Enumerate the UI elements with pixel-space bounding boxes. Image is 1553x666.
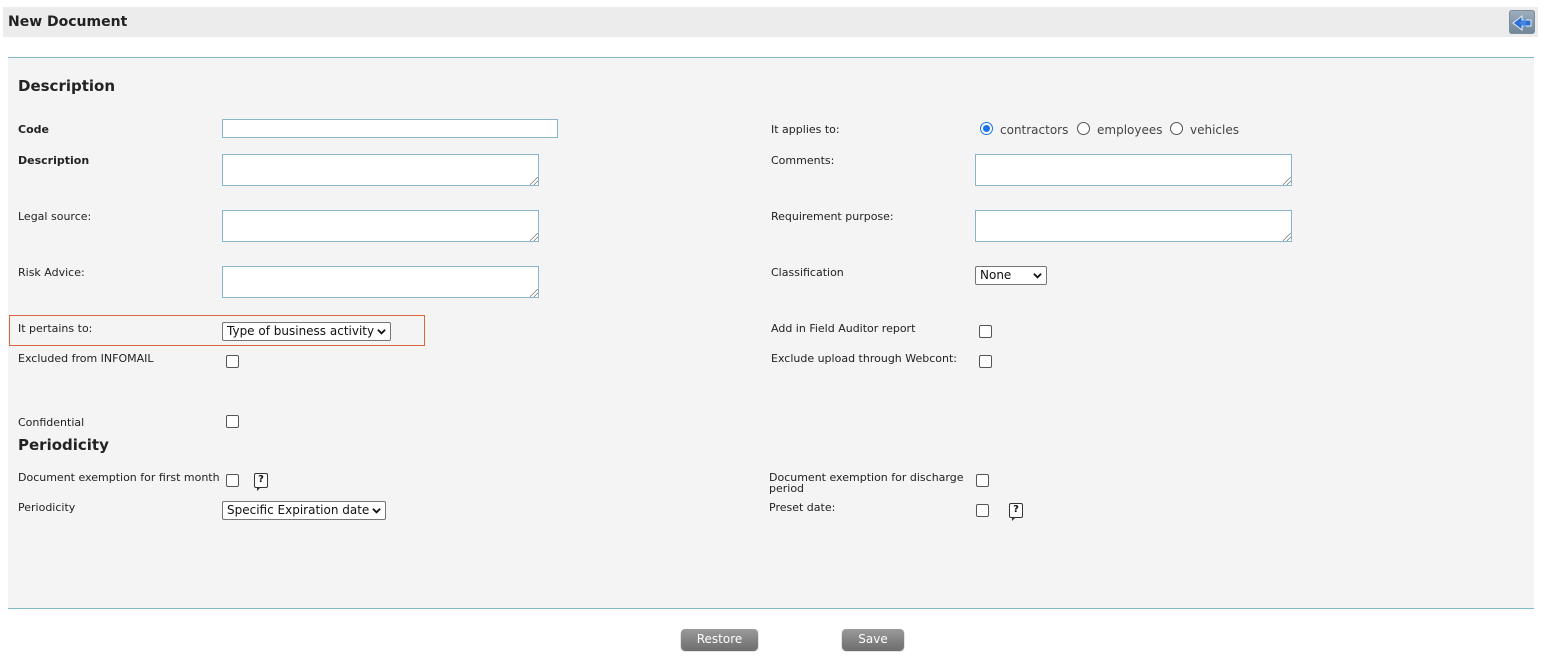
discharge-label: Document exemption for discharge period [769,471,964,495]
pertains-to-value: Type of business activity [227,324,375,338]
legal-source-label: Legal source: [18,210,92,223]
radio-employees[interactable] [1077,122,1090,135]
restore-button[interactable]: Restore [681,629,758,650]
radio-employees-label[interactable]: employees [1097,123,1162,137]
title-bar [3,7,1538,37]
confidential-checkbox[interactable] [226,415,239,428]
pertains-to-label: It pertains to: [18,322,93,335]
code-label: Code [18,123,49,136]
preset-date-label: Preset date: [769,501,836,514]
periodicity-select[interactable]: Specific Expiration date [222,501,386,520]
description-label: Description [18,154,90,167]
applies-to-label: It applies to: [771,123,840,136]
section-title-description: Description [18,77,116,95]
save-button[interactable]: Save [842,629,904,650]
classification-value: None [980,268,1012,282]
discharge-checkbox[interactable] [976,474,989,487]
first-month-label: Document exemption for first month [18,471,220,484]
exclude-webcont-checkbox[interactable] [979,355,992,368]
chevron-down-icon [1033,273,1042,279]
help-bubble-icon[interactable]: ? [1009,503,1023,521]
description-field[interactable] [222,154,539,186]
classification-label: Classification [771,266,844,279]
code-input[interactable] [222,119,558,138]
radio-vehicles-label[interactable]: vehicles [1190,123,1239,137]
periodicity-value: Specific Expiration date [227,503,370,517]
comments-label: Comments: [771,154,835,167]
confidential-label: Confidential [18,416,85,429]
double-arrow-left-icon [1512,14,1532,32]
field-auditor-label: Add in Field Auditor report [771,322,916,335]
comments-field[interactable] [975,154,1292,186]
chevron-down-icon [372,508,381,514]
first-month-checkbox[interactable] [226,474,239,487]
field-auditor-checkbox[interactable] [979,325,992,338]
comments-textarea[interactable] [975,154,1292,186]
requirement-purpose-textarea[interactable] [975,210,1292,242]
description-textarea[interactable] [222,154,539,186]
page-title: New Document [8,14,128,30]
section-title-periodicity: Periodicity [18,436,109,454]
periodicity-label: Periodicity [18,501,76,514]
back-button[interactable] [1509,10,1535,34]
requirement-purpose-field[interactable] [975,210,1292,242]
excluded-infomail-checkbox[interactable] [226,355,239,368]
chevron-down-icon [377,329,386,335]
risk-advice-label: Risk Advice: [18,266,85,279]
legal-source-textarea[interactable] [222,210,539,242]
preset-date-checkbox[interactable] [976,504,989,517]
requirement-purpose-label: Requirement purpose: [771,210,894,223]
exclude-webcont-label: Exclude upload through Webcont: [771,352,958,365]
radio-vehicles[interactable] [1170,122,1183,135]
radio-contractors[interactable] [980,122,993,135]
risk-advice-textarea[interactable] [222,266,539,298]
risk-advice-field[interactable] [222,266,539,298]
pertains-to-select[interactable]: Type of business activity [222,322,391,341]
radio-contractors-label[interactable]: contractors [1000,123,1068,137]
classification-select[interactable]: None [975,266,1047,285]
help-bubble-icon[interactable]: ? [254,473,268,491]
legal-source-field[interactable] [222,210,539,242]
excluded-infomail-label: Excluded from INFOMAIL [18,352,154,365]
